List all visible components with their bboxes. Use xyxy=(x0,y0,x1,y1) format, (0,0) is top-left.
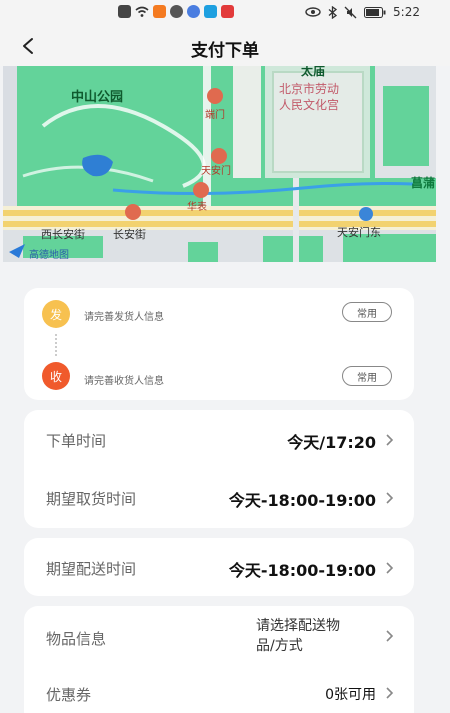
item-info-value: 请选择配送物 品/方式 xyxy=(256,616,376,656)
time-card: 下单时间 今天/17:20 期望取货时间 今天-18:00-19:00 xyxy=(24,410,414,528)
sender-common-button[interactable]: 常用 xyxy=(342,302,392,322)
status-left-icons xyxy=(118,5,234,18)
chevron-right-icon xyxy=(386,687,394,699)
coupon-value: 0张可用 xyxy=(325,687,376,703)
app-icon-cyan xyxy=(204,5,217,18)
map-label-duanmen: 端门 xyxy=(205,110,225,121)
address-card: 发 请完善发货人信息 常用 收 请完善收货人信息 常用 xyxy=(24,288,414,400)
map-label-west-street: 西长安街 xyxy=(41,228,85,241)
item-card: 物品信息 请选择配送物 品/方式 优惠券 0张可用 xyxy=(24,606,414,713)
map-label-park: 中山公园 xyxy=(71,90,124,105)
bluetooth-icon xyxy=(328,5,338,19)
battery-icon xyxy=(364,6,386,18)
map-label-huabiao: 华表 xyxy=(187,202,207,213)
delivery-time-row[interactable]: 期望配送时间 今天-18:00-19:00 xyxy=(24,538,414,596)
wifi-icon xyxy=(135,6,149,17)
app-icon-dark xyxy=(170,5,183,18)
chevron-right-icon xyxy=(386,492,394,504)
order-time-value: 今天/17:20 xyxy=(287,433,376,452)
map-label-tiananmen-east: 天安门东 xyxy=(337,226,381,239)
chevron-right-icon xyxy=(386,434,394,446)
pickup-time-label: 期望取货时间 xyxy=(46,490,137,508)
map-label-tiananmen: 天安门 xyxy=(201,166,231,177)
receiver-info-link[interactable]: 请完善收货人信息 xyxy=(84,372,164,387)
pickup-time-value: 今天-18:00-19:00 xyxy=(228,491,376,510)
sender-badge: 发 xyxy=(42,300,70,328)
status-bar: 5:22 xyxy=(0,0,450,26)
map-label-taimiao: 太庙 xyxy=(301,66,326,78)
item-info-value-line1: 请选择配送物 xyxy=(256,618,340,634)
app-icon-blue xyxy=(187,5,200,18)
receiver-badge: 收 xyxy=(42,362,70,390)
order-time-row[interactable]: 下单时间 今天/17:20 xyxy=(24,410,414,468)
map-label-changan-street: 长安街 xyxy=(113,228,146,241)
map-label-palace-1: 北京市劳动 xyxy=(279,82,340,96)
pickup-time-row[interactable]: 期望取货时间 今天-18:00-19:00 xyxy=(24,468,414,528)
eye-icon xyxy=(305,7,321,17)
status-time: 5:22 xyxy=(393,5,420,19)
item-info-label: 物品信息 xyxy=(46,630,107,648)
sender-info-link[interactable]: 请完善发货人信息 xyxy=(84,308,164,323)
app-icon-orange xyxy=(153,5,166,18)
page-title: 支付下单 xyxy=(191,41,259,61)
chevron-right-icon xyxy=(386,630,394,642)
chevron-right-icon xyxy=(386,562,394,574)
item-info-row[interactable]: 物品信息 请选择配送物 品/方式 xyxy=(24,606,414,666)
map-label-right-edge: 菖蒲 xyxy=(411,176,436,190)
nav-bar: 支付下单 xyxy=(0,26,450,66)
coupon-label: 优惠券 xyxy=(46,686,92,704)
item-info-value-line2: 品/方式 xyxy=(256,638,303,654)
status-right-icons: 5:22 xyxy=(305,5,420,19)
delivery-time-label: 期望配送时间 xyxy=(46,560,137,578)
receiver-common-button[interactable]: 常用 xyxy=(342,366,392,386)
notification-icon xyxy=(118,5,131,18)
map-view[interactable]: 中山公园 端门 天安门 华表 北京市劳动 人民文化宫 太庙 西长安街 长安街 天… xyxy=(3,66,436,262)
app-icon-red xyxy=(221,5,234,18)
delivery-time-value: 今天-18:00-19:00 xyxy=(228,561,376,580)
map-label-palace-2: 人民文化宫 xyxy=(279,98,340,112)
map-logo-text: 高德地图 xyxy=(29,250,69,261)
coupon-row[interactable]: 优惠券 0张可用 xyxy=(24,676,414,713)
order-time-label: 下单时间 xyxy=(46,432,107,450)
mute-icon xyxy=(344,6,357,18)
address-connector xyxy=(55,334,57,356)
